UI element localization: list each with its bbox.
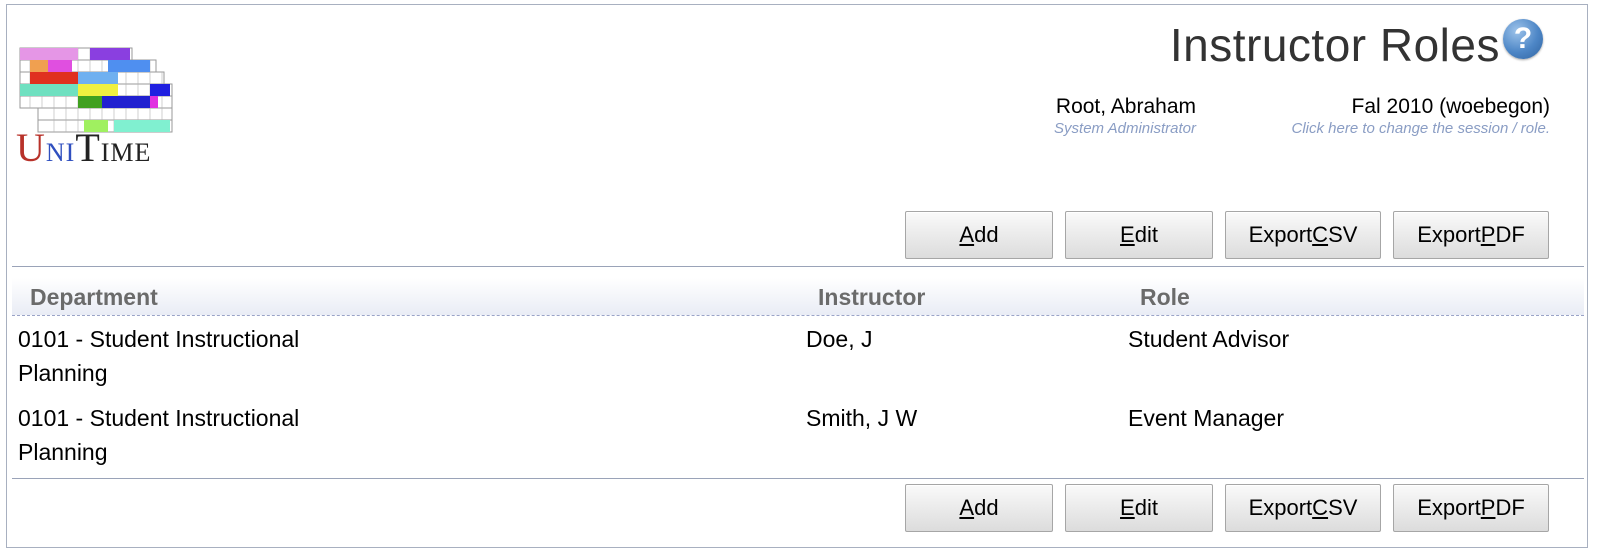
export-csv-button-rest: SV [1328,495,1358,520]
export-pdf-button[interactable]: Export P DF [1393,484,1549,532]
export-pdf-button-rest: DF [1495,222,1525,247]
cell-role: Student Advisor [1128,326,1290,352]
session-name: Fal 2010 (woebegon) [1351,95,1550,118]
column-header-instructor[interactable]: Instructor [818,284,925,311]
top-divider [12,266,1584,267]
export-pdf-button-rest: DF [1495,495,1525,520]
bottom-divider [12,478,1584,479]
edit-button-rest: dit [1134,495,1158,520]
export-csv-button-pre: Export [1248,495,1313,520]
export-pdf-button[interactable]: Export P DF [1393,211,1549,259]
add-button-rest: dd [974,495,999,520]
export-csv-button-pre: Export [1248,222,1313,247]
table-header: Department Instructor Role [12,278,1584,316]
export-pdf-button-accesskey: P [1480,495,1496,520]
add-button-accesskey: A [959,495,975,520]
edit-button[interactable]: Edit [1065,211,1213,259]
bottom-button-row: Add Edit Export C SV Export P DF [905,484,1549,532]
user-info[interactable]: Root, Abraham System Administrator [1000,94,1196,138]
cell-instructor: Smith, J W [806,405,918,431]
add-button-rest: dd [974,222,999,247]
export-pdf-button-pre: Export [1417,495,1481,520]
export-csv-button-accesskey: C [1312,222,1329,247]
session-info[interactable]: Fal 2010 (woebegon) Click here to change… [1240,94,1550,138]
export-csv-button[interactable]: Export C SV [1225,211,1381,259]
column-header-department[interactable]: Department [30,284,158,311]
top-button-row: Add Edit Export C SV Export P DF [905,211,1549,259]
edit-button-accesskey: E [1120,495,1135,520]
cell-role: Event Manager [1128,405,1284,431]
edit-button[interactable]: Edit [1065,484,1213,532]
cell-department: 0101 - Student Instructional Planning [18,405,300,465]
unitime-wordmark: UNITIME [16,125,152,170]
user-role: System Administrator [1054,120,1196,137]
export-csv-button-accesskey: C [1312,495,1329,520]
add-button-accesskey: A [959,222,975,247]
page-title: Instructor Roles [1169,19,1500,71]
export-csv-button[interactable]: Export C SV [1225,484,1381,532]
export-pdf-button-pre: Export [1417,222,1481,247]
user-name: Root, Abraham [1055,95,1196,118]
cell-department: 0101 - Student Instructional Planning [18,326,300,386]
edit-button-rest: dit [1134,222,1158,247]
export-csv-button-rest: SV [1328,222,1358,247]
add-button[interactable]: Add [905,484,1053,532]
add-button[interactable]: Add [905,211,1053,259]
cell-instructor: Doe, J [806,326,873,352]
session-change-hint: Click here to change the session / role. [1291,120,1550,137]
edit-button-accesskey: E [1120,222,1135,247]
help-icon[interactable]: ? [1503,19,1543,59]
export-pdf-button-accesskey: P [1480,222,1496,247]
column-header-role[interactable]: Role [1140,284,1190,311]
